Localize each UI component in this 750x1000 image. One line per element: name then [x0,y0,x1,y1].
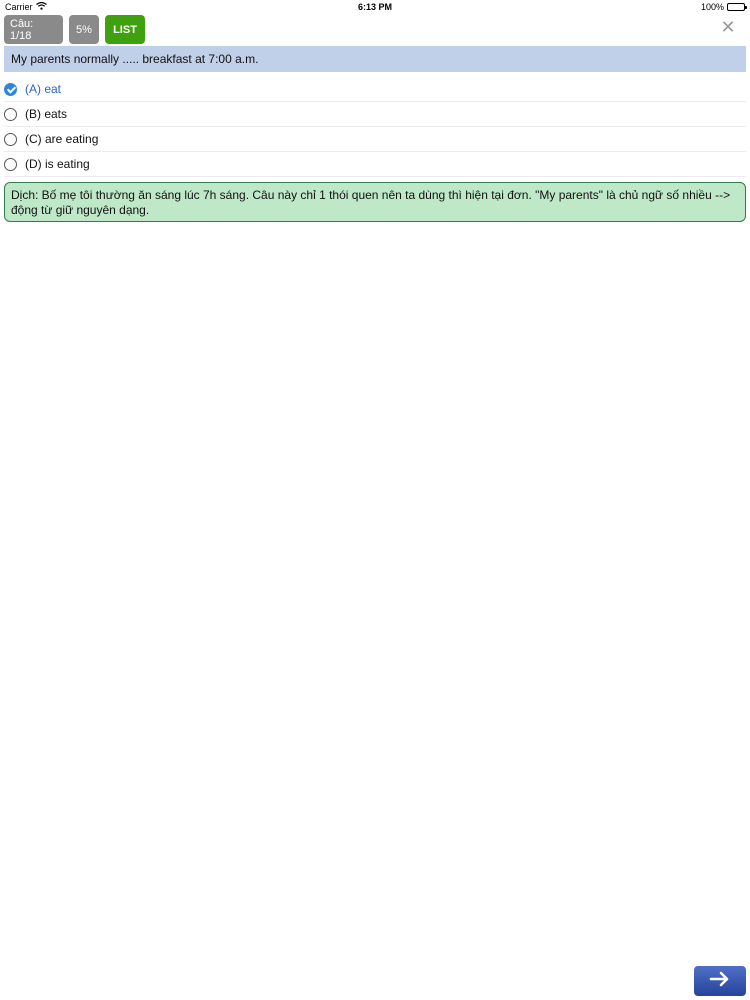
radio-icon[interactable] [4,107,17,121]
option-d[interactable]: (D) is eating [4,152,746,177]
close-button[interactable]: ✕ [720,17,736,37]
option-c[interactable]: (C) are eating [4,127,746,152]
list-button[interactable]: LIST [105,15,145,44]
progress-percent: 5% [69,15,99,44]
option-label: (A) eat [25,82,62,96]
status-time: 6:13 PM [357,2,392,12]
status-bar: Carrier 6:13 PM 100% [0,0,750,16]
question-text: My parents normally ..... breakfast at 7… [11,52,259,66]
top-toolbar: Câu: 1/18 5% LIST [4,15,145,44]
battery-icon [727,3,747,11]
battery-percent: 100% [700,2,724,12]
option-a[interactable]: (A) eat [4,77,746,102]
close-icon: ✕ [720,17,736,37]
option-label: (C) are eating [25,132,99,146]
answer-options: (A) eat (B) eats (C) are eating (D) is e… [4,77,746,177]
radio-icon[interactable] [4,157,17,171]
option-b[interactable]: (B) eats [4,102,746,127]
question-counter: Câu: 1/18 [4,15,63,44]
status-right: 100% [700,2,747,12]
question-bar: My parents normally ..... breakfast at 7… [4,46,746,72]
explanation-text: Dịch: Bố mẹ tôi thường ăn sáng lúc 7h sá… [11,188,731,217]
option-label: (D) is eating [25,157,90,171]
radio-checked-icon[interactable] [4,82,17,96]
arrow-right-icon [709,971,731,992]
quiz-screen: Carrier 6:13 PM 100% Câu: 1/18 5% LIST ✕… [0,0,750,1000]
next-button[interactable] [694,966,746,996]
radio-icon[interactable] [4,132,17,146]
explanation-box: Dịch: Bố mẹ tôi thường ăn sáng lúc 7h sá… [4,182,746,222]
option-label: (B) eats [25,107,68,121]
